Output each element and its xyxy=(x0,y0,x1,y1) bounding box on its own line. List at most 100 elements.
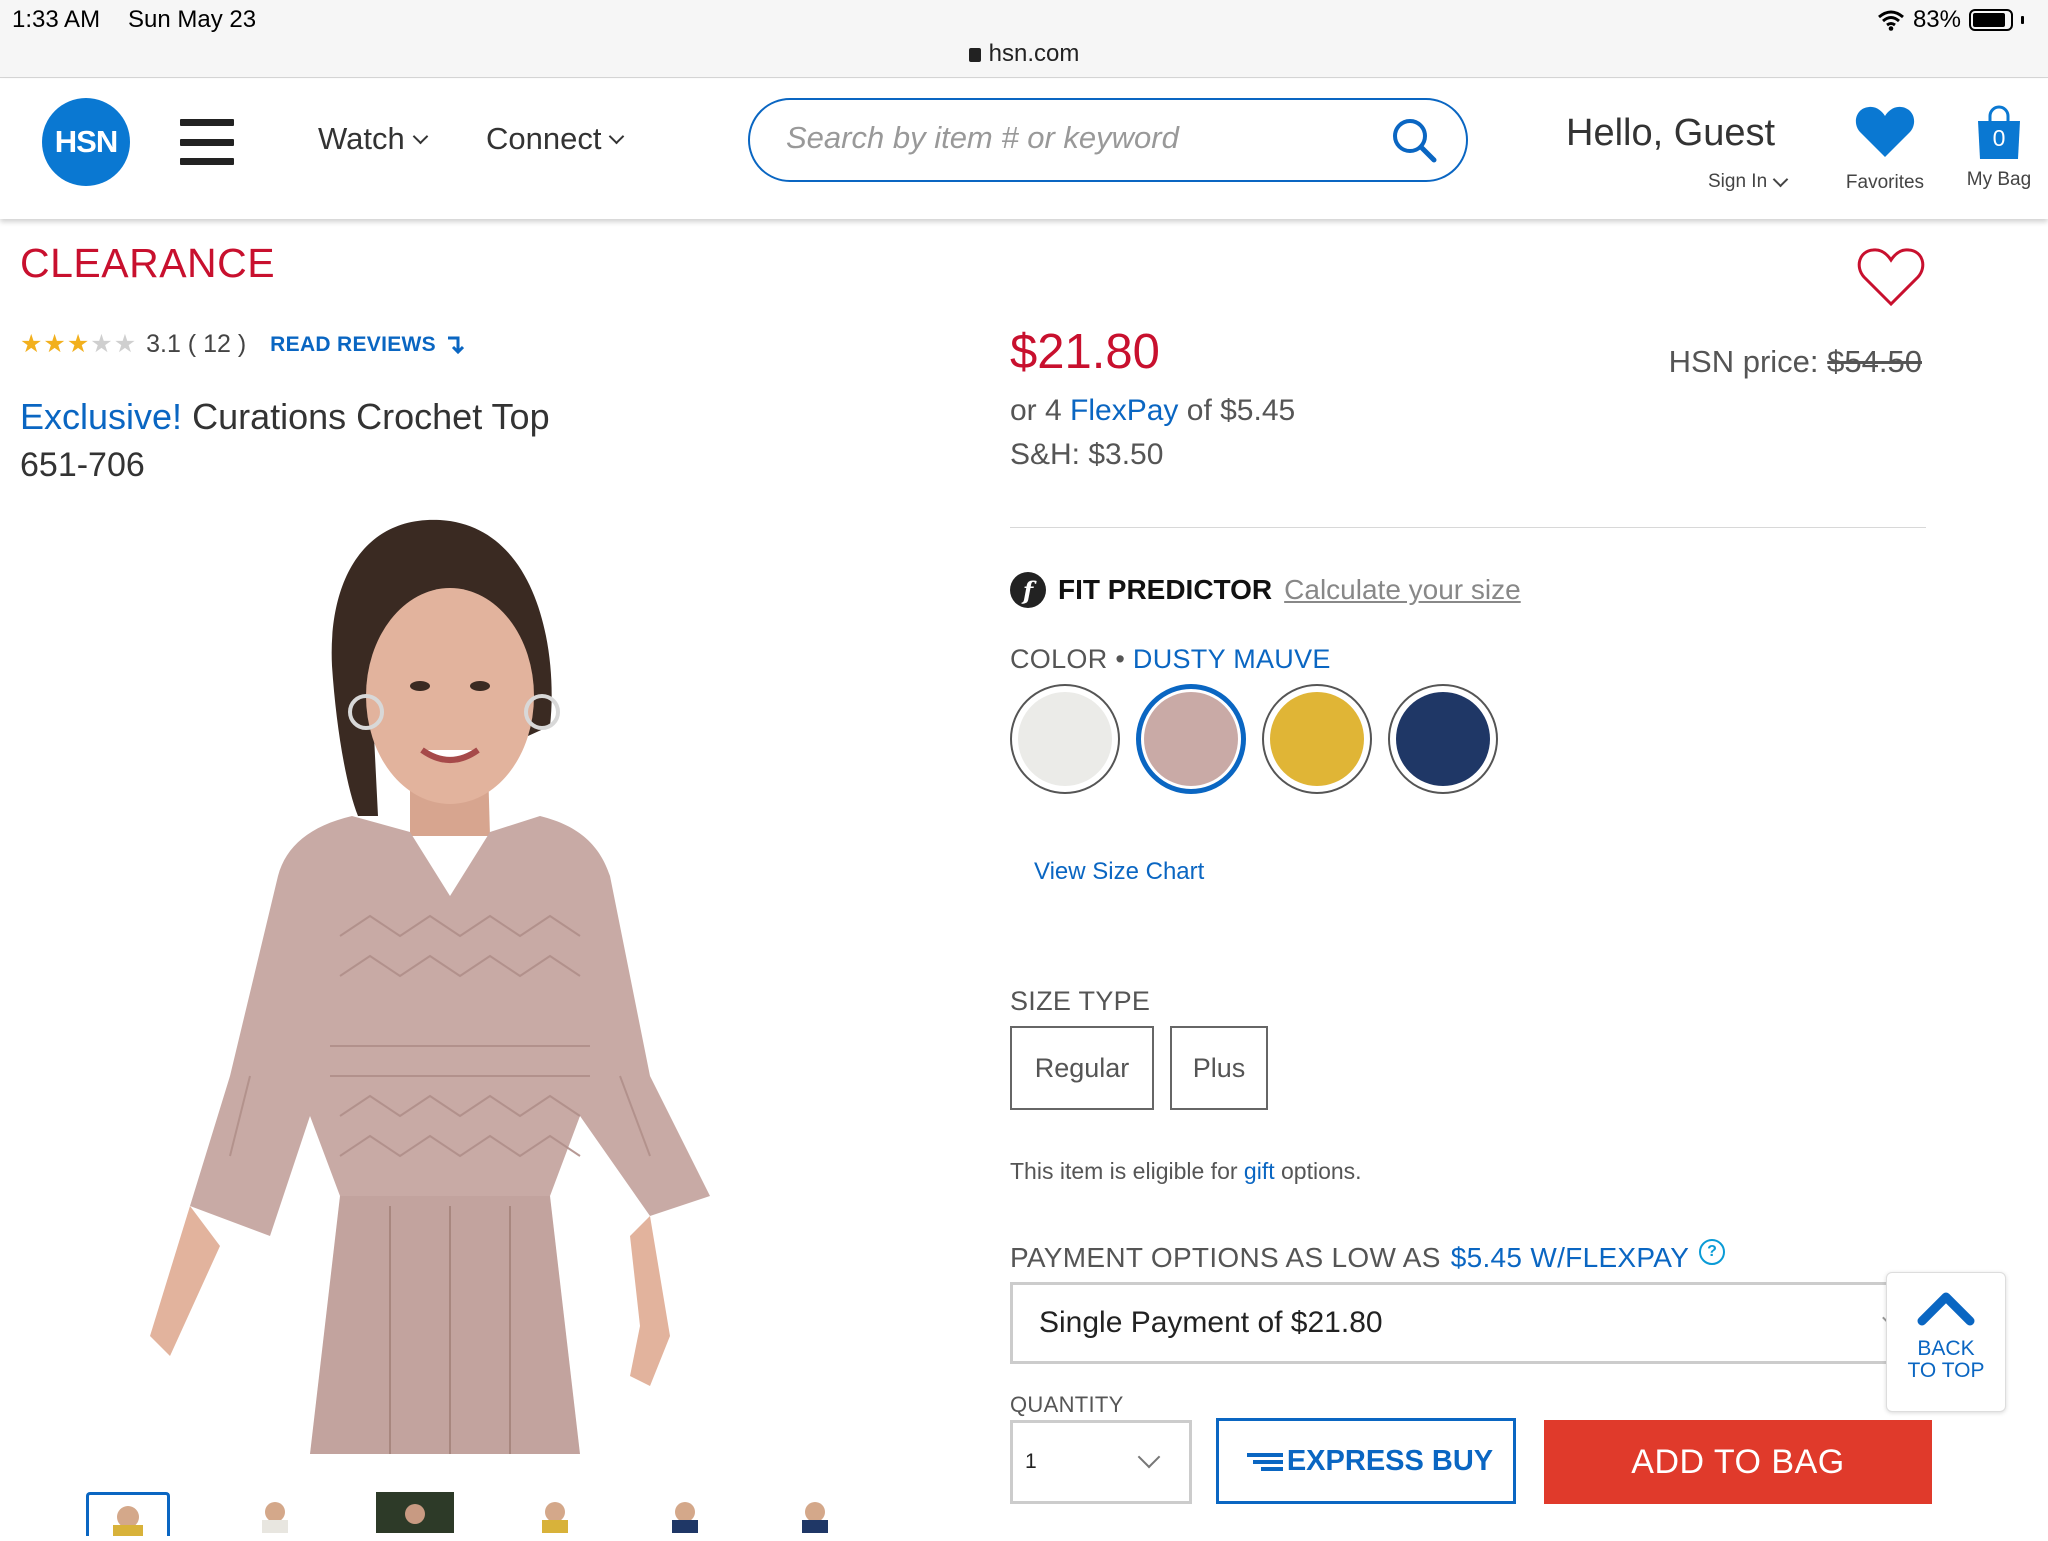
my-bag-label: My Bag xyxy=(1966,169,2032,190)
favorites-link[interactable]: Favorites xyxy=(1840,105,1930,194)
back-to-top-line1: BACK xyxy=(1917,1337,1975,1360)
express-buy-label: EXPRESS BUY xyxy=(1286,1444,1494,1477)
size-type-regular-button[interactable]: Regular xyxy=(1010,1026,1154,1110)
payment-label-highlight: $5.45 W/FLEXPAY xyxy=(1450,1242,1690,1273)
bag-count: 0 xyxy=(1992,125,2006,151)
chevron-down-icon xyxy=(412,128,428,144)
search-bar xyxy=(748,98,1468,182)
quantity-select[interactable]: 1 xyxy=(1010,1420,1192,1504)
status-indicators: 83% xyxy=(1877,6,2024,34)
shipping-cost: S&H: $3.50 xyxy=(1010,438,1164,471)
add-to-bag-button[interactable]: ADD TO BAG xyxy=(1544,1420,1932,1504)
swatch-yellow[interactable] xyxy=(1262,684,1372,794)
color-label: COLOR • DUSTY MAUVE xyxy=(1010,644,1331,675)
item-number: 651-706 xyxy=(20,446,145,484)
add-to-favorites-icon[interactable] xyxy=(1856,246,1926,308)
express-buy-button[interactable]: EXPRESS BUY xyxy=(1216,1418,1516,1504)
hsn-price: HSN price: $54.50 xyxy=(1669,344,1922,380)
view-size-chart-link[interactable]: View Size Chart xyxy=(1034,858,1204,886)
payment-options-label: PAYMENT OPTIONS AS LOW AS $5.45 W/FLEXPA… xyxy=(1010,1239,1726,1274)
size-type-label: SIZE TYPE xyxy=(1010,986,1151,1016)
chevron-down-icon xyxy=(1772,171,1789,187)
product-title: Exclusive! Curations Crochet Top xyxy=(20,396,550,438)
payment-selected: Single Payment of $21.80 xyxy=(1039,1306,1383,1339)
thumbnail[interactable] xyxy=(646,1492,730,1536)
address-bar[interactable]: hsn.com xyxy=(0,40,2048,68)
back-to-top-button[interactable]: BACK TO TOP xyxy=(1886,1272,2006,1412)
selected-color: DUSTY MAUVE xyxy=(1132,644,1331,674)
chevron-down-icon xyxy=(609,128,625,144)
swatch-dusty-mauve[interactable] xyxy=(1136,684,1246,794)
search-icon[interactable] xyxy=(1390,116,1438,164)
fit-predictor: f FIT PREDICTOR Calculate your size xyxy=(1010,572,1521,608)
thumbnail[interactable] xyxy=(516,1492,600,1536)
swatch-white[interactable] xyxy=(1010,684,1120,794)
thumbnail[interactable] xyxy=(376,1492,460,1536)
star-icon: ★ xyxy=(20,330,43,358)
search-input[interactable] xyxy=(786,120,1366,156)
clearance-badge: CLEARANCE xyxy=(20,240,276,286)
star-icon: ★ xyxy=(43,330,66,358)
payment-label-prefix: PAYMENT OPTIONS AS LOW AS xyxy=(1010,1242,1441,1273)
url-text: hsn.com xyxy=(988,40,1080,67)
chevron-up-icon xyxy=(1917,1292,1975,1326)
battery-icon xyxy=(1969,9,2013,31)
status-time: 1:33 AM xyxy=(12,6,101,33)
chevron-down-icon xyxy=(1137,1445,1161,1469)
rating-text: 3.1 ( 12 ) xyxy=(146,330,247,358)
star-icon: ★ xyxy=(66,330,90,358)
status-bar: 1:33 AM Sun May 23 83% hsn.com xyxy=(0,0,2048,78)
quantity-value: 1 xyxy=(1025,1450,1037,1473)
sign-in-label: Sign In xyxy=(1708,171,1768,192)
product-image[interactable] xyxy=(110,516,760,1454)
star-icon: ★ xyxy=(90,330,113,358)
hsn-logo[interactable]: HSN xyxy=(42,98,130,186)
flexpay-prefix: or 4 xyxy=(1010,394,1062,427)
exclusive-label: Exclusive! xyxy=(20,396,183,437)
my-bag-link[interactable]: 0 My Bag xyxy=(1962,105,2036,191)
gift-link[interactable]: gift xyxy=(1244,1158,1275,1184)
nav-connect[interactable]: Connect xyxy=(486,121,625,157)
gift-eligibility: This item is eligible for gift options. xyxy=(1010,1158,1362,1185)
flexpay-suffix: of $5.45 xyxy=(1186,394,1296,427)
gift-prefix: This item is eligible for xyxy=(1010,1158,1238,1184)
gift-suffix: options. xyxy=(1281,1158,1362,1184)
help-icon[interactable]: ? xyxy=(1699,1239,1726,1265)
nav-watch-label: Watch xyxy=(318,121,405,156)
status-date: Sun May 23 xyxy=(128,6,257,33)
hsn-price-label: HSN price: xyxy=(1668,344,1819,379)
rating-stars: ★ ★ ★ ★ ★ xyxy=(20,332,136,357)
heart-icon xyxy=(1855,106,1915,157)
flexpay-link[interactable]: FlexPay xyxy=(1070,394,1178,427)
lock-icon xyxy=(968,48,981,62)
quantity-label: QUANTITY xyxy=(1010,1392,1124,1417)
original-price: $54.50 xyxy=(1827,344,1922,379)
sign-in-dropdown[interactable]: Sign In xyxy=(1708,171,1789,193)
product-rating: ★ ★ ★ ★ ★ 3.1 ( 12 ) READ REVIEWS xyxy=(20,330,464,359)
read-reviews-link[interactable]: READ REVIEWS xyxy=(270,333,464,357)
battery-percent: 83% xyxy=(1912,6,1961,33)
thumbnail[interactable] xyxy=(776,1492,860,1536)
menu-icon[interactable] xyxy=(180,119,234,165)
speed-lines-icon xyxy=(1239,1450,1283,1472)
sale-price: $21.80 xyxy=(1010,325,1160,379)
site-header: HSN Watch Connect Hello, Guest Sign In F… xyxy=(0,79,2048,219)
fit-predictor-icon: f xyxy=(1010,572,1046,608)
thumbnail-strip xyxy=(86,1492,886,1537)
calculate-size-link[interactable]: Calculate your size xyxy=(1284,574,1521,606)
nav-watch[interactable]: Watch xyxy=(318,121,428,157)
nav-connect-label: Connect xyxy=(486,121,602,156)
read-reviews-label: READ REVIEWS xyxy=(270,332,436,356)
size-type-plus-button[interactable]: Plus xyxy=(1170,1026,1268,1110)
payment-select[interactable]: Single Payment of $21.80 xyxy=(1010,1282,1926,1364)
shopping-bag-icon: 0 xyxy=(1974,105,2024,161)
back-to-top-line2: TO TOP xyxy=(1907,1359,1985,1382)
swatch-navy[interactable] xyxy=(1388,684,1498,794)
thumbnail[interactable] xyxy=(86,1492,170,1537)
color-label-text: COLOR • xyxy=(1010,644,1126,674)
divider xyxy=(1010,527,1926,528)
thumbnail[interactable] xyxy=(236,1492,320,1536)
greeting: Hello, Guest xyxy=(1566,112,1776,154)
favorites-label: Favorites xyxy=(1845,172,1925,193)
flexpay-info: or 4 FlexPay of $5.45 xyxy=(1010,394,1295,428)
